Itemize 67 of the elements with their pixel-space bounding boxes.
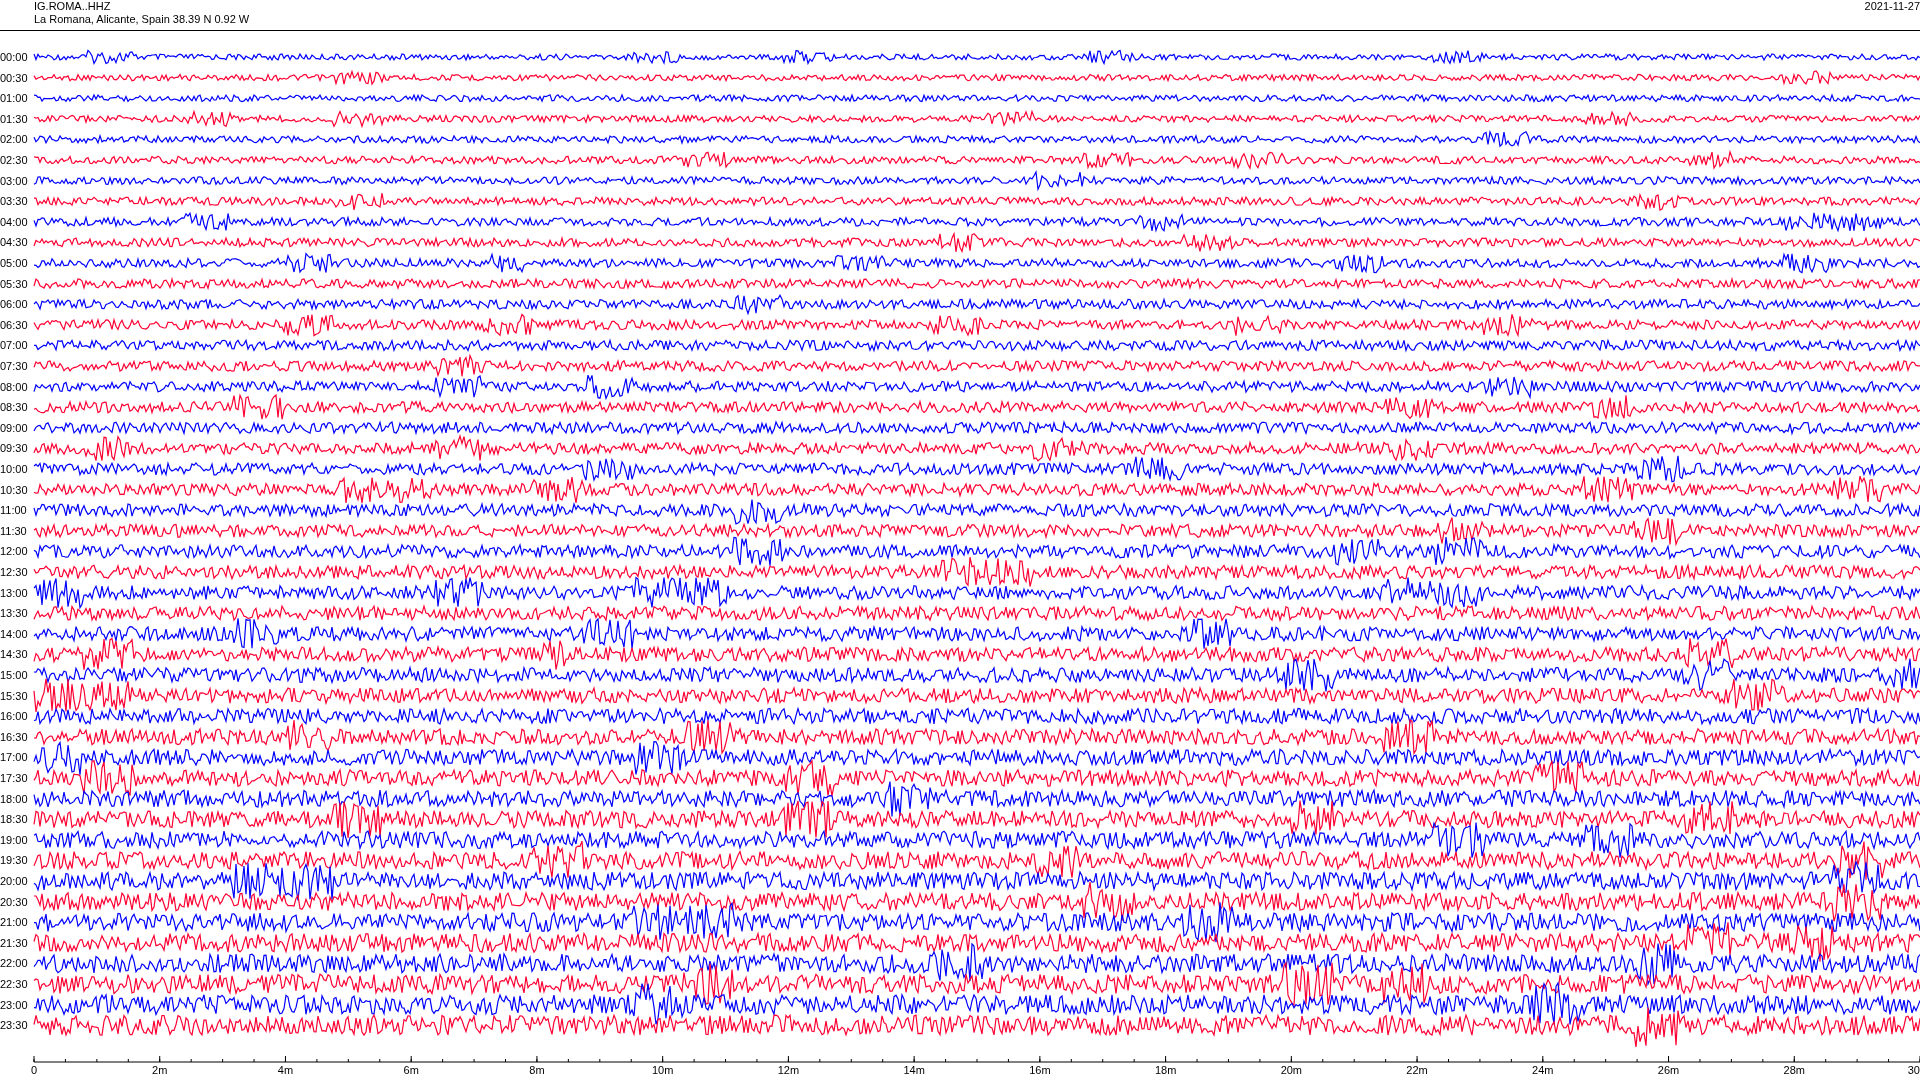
time-label: 17:00: [0, 751, 28, 764]
time-label: 04:00: [0, 215, 28, 228]
time-label: 18:00: [0, 792, 28, 805]
time-label: 02:00: [0, 133, 28, 146]
time-label: 07:00: [0, 339, 28, 352]
axis-label: 24m: [1532, 1064, 1554, 1076]
time-label: 22:00: [0, 957, 28, 970]
axis-label: 6m: [403, 1064, 419, 1076]
time-label: 10:00: [0, 463, 28, 475]
time-label: 15:00: [0, 669, 28, 681]
time-label: 09:00: [0, 421, 28, 434]
time-label: 12:30: [0, 566, 28, 578]
axis-label: 22m: [1406, 1064, 1428, 1076]
time-label: 20:00: [0, 875, 28, 887]
time-label: 17:30: [0, 772, 28, 784]
time-label: 11:30: [0, 524, 27, 537]
time-label: 09:30: [0, 442, 28, 455]
time-label: 08:30: [0, 401, 28, 414]
axis-label: 14m: [903, 1064, 925, 1076]
time-label: 07:30: [0, 360, 28, 372]
time-label: 19:00: [0, 833, 28, 846]
time-label: 08:00: [0, 380, 28, 393]
time-label: 06:30: [0, 318, 28, 331]
time-label: 22:30: [0, 978, 28, 990]
time-label: 18:30: [0, 813, 28, 826]
time-label: 10:30: [0, 483, 28, 496]
time-label: 21:00: [0, 916, 28, 929]
time-label: 14:00: [0, 627, 28, 640]
time-label: 03:00: [0, 174, 28, 187]
time-label: 12:00: [0, 545, 28, 558]
time-label: 20:30: [0, 895, 28, 908]
record-date: 2021-11-27: [1864, 0, 1920, 14]
time-label: 04:30: [0, 236, 28, 249]
time-label: 01:00: [0, 92, 28, 105]
time-label: 13:00: [0, 586, 28, 599]
axis-label: 18m: [1154, 1064, 1177, 1076]
time-label: 00:30: [0, 71, 28, 84]
time-label: 05:30: [0, 277, 28, 290]
axis-label: 12m: [777, 1064, 800, 1076]
time-label: 21:30: [0, 936, 28, 949]
time-label: 00:00: [0, 51, 28, 63]
axis-label: 26m: [1657, 1064, 1680, 1076]
time-label: 02:30: [0, 154, 28, 166]
time-label: 03:30: [0, 195, 28, 208]
time-label: 16:00: [0, 710, 28, 723]
time-label: 23:00: [0, 998, 28, 1011]
time-label: 15:30: [0, 689, 28, 702]
time-label: 16:30: [0, 730, 28, 743]
time-label: 05:00: [0, 257, 28, 269]
station-code: IG.ROMA..HHZ: [34, 0, 112, 13]
axis-label: 28m: [1783, 1064, 1805, 1076]
time-label: 11:00: [0, 504, 27, 517]
time-label: 19:30: [0, 854, 28, 867]
axis-label: 8m: [529, 1064, 545, 1076]
time-label: 06:00: [0, 298, 28, 311]
axis-label: 16m: [1029, 1064, 1051, 1076]
time-label: 13:30: [0, 607, 28, 620]
time-label: 01:30: [0, 112, 28, 125]
axis-label: 20m: [1280, 1064, 1303, 1076]
axis-label: 10m: [651, 1064, 674, 1076]
time-label: 14:30: [0, 648, 28, 661]
axis-label: 4m: [277, 1064, 294, 1076]
axis-label: 0: [30, 1064, 38, 1076]
time-label: 23:30: [0, 1019, 28, 1032]
axis-label: 30: [1907, 1064, 1920, 1076]
axis-label: 2m: [152, 1064, 168, 1076]
station-location: La Romana, Alicante, Spain 38.39 N 0.92 W: [34, 13, 250, 26]
